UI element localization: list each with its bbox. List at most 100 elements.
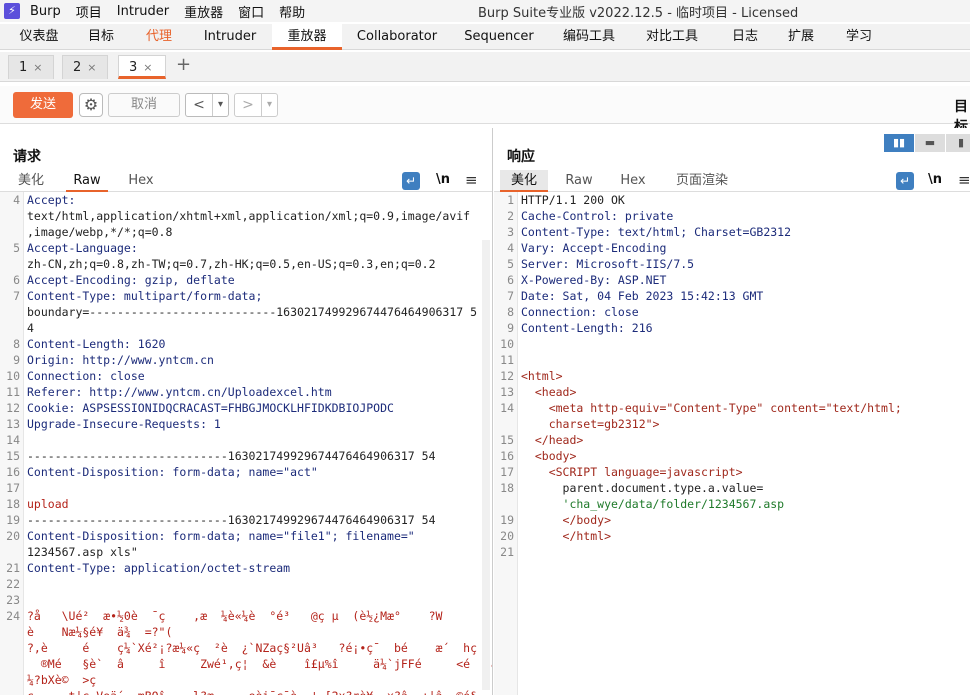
repeater-tab-label: 1 (19, 60, 28, 75)
layout-split-icon[interactable]: ▮▮ (884, 134, 914, 152)
repeater-tab-1[interactable]: 1 × (8, 55, 54, 79)
tab-extensions[interactable]: 扩展 (778, 24, 824, 50)
line-number: 22 (6, 577, 20, 591)
code-line: HTTP/1.1 200 OK (521, 193, 625, 207)
tab-logger[interactable]: 日志 (722, 24, 768, 50)
line-number: 7 (13, 289, 20, 303)
line-number (494, 496, 514, 512)
code-line: Content-Disposition: form-data; name="ac… (27, 465, 318, 479)
repeater-tab-label: 2 (73, 60, 82, 75)
code-line: parent.document.type.a.value= (521, 481, 764, 495)
repeater-tab-label: 3 (129, 60, 138, 75)
tab-collaborator[interactable]: Collaborator (350, 24, 444, 50)
code-line: </body> (521, 513, 612, 527)
wrap-icon[interactable]: ↵ (402, 172, 420, 190)
chevron-right-icon[interactable]: > (235, 94, 261, 116)
menu-window[interactable]: 窗口 (238, 2, 264, 21)
line-number: 20 (6, 529, 20, 543)
line-number (0, 624, 20, 640)
code-line: <html> (521, 369, 563, 383)
tab-comparer[interactable]: 对比工具 (636, 24, 708, 50)
line-number: 17 (500, 465, 514, 479)
line-number: 24 (6, 609, 20, 623)
tab-dashboard[interactable]: 仪表盘 (8, 24, 70, 50)
main-tabs: 仪表盘 目标 代理 Intruder 重放器 Collaborator Sequ… (0, 24, 970, 50)
line-number: 15 (6, 449, 20, 463)
line-number: 23 (6, 593, 20, 607)
close-icon[interactable]: × (143, 61, 152, 74)
code-line: Content-Length: 1620 (27, 337, 166, 351)
code-line: Accept: (27, 193, 76, 207)
line-number (0, 256, 20, 272)
tab-learn[interactable]: 学习 (836, 24, 882, 50)
line-number: 3 (507, 225, 514, 239)
code-line: <body> (521, 449, 577, 463)
line-number: 1 (507, 193, 514, 207)
add-tab-icon[interactable]: + (176, 54, 191, 75)
response-editor[interactable]: 1 HTTP/1.1 200 OK 2 Cache-Control: private 3… (494, 192, 970, 695)
line-number: 16 (500, 449, 514, 463)
cancel-button[interactable]: 取消 (108, 93, 180, 117)
code-line: ç t|ç Veä´ mBOî l?æ eèi¯ç¯è ¦~[2x?rè¥ x?… (27, 688, 477, 695)
line-number (0, 320, 20, 336)
layout-vertical-icon[interactable]: ▮ (946, 134, 970, 152)
menu-help[interactable]: 帮助 (279, 2, 305, 21)
line-number: 6 (13, 273, 20, 287)
request-pane: 请求 美化 Raw Hex ↵ \n ≡ 4 Accept: text/html,a… (0, 128, 493, 695)
code-line: Cache-Control: private (521, 209, 674, 223)
tab-pretty[interactable]: 美化 (500, 170, 548, 192)
line-number: 8 (13, 337, 20, 351)
wrap-icon[interactable]: ↵ (896, 172, 914, 190)
scrollbar[interactable] (482, 240, 490, 690)
request-editor[interactable]: 4 Accept: text/html,application/xhtml+xml,… (0, 192, 492, 695)
line-number: 17 (6, 481, 20, 495)
menu-burp[interactable]: Burp (30, 4, 61, 19)
line-number: 13 (500, 385, 514, 399)
menu-project[interactable]: 项目 (76, 2, 102, 21)
newline-icon[interactable]: \n (436, 172, 450, 187)
tab-hex[interactable]: Hex (120, 170, 162, 192)
line-number (0, 688, 20, 695)
menu-icon[interactable]: ≡ (465, 171, 478, 189)
code-line: boundary=---------------------------1630… (27, 305, 478, 319)
code-line: text/html,application/xhtml+xml,applicat… (27, 209, 471, 223)
send-button[interactable]: 发送 (13, 92, 73, 118)
repeater-tab-2[interactable]: 2 × (62, 55, 108, 79)
tab-proxy[interactable]: 代理 (134, 24, 184, 50)
newline-icon[interactable]: \n (928, 172, 942, 187)
code-line: Referer: http://www.yntcm.cn/Uploadexcel… (27, 385, 332, 399)
menu-intruder[interactable]: Intruder (117, 4, 169, 19)
tab-raw[interactable]: Raw (66, 170, 108, 192)
tab-render[interactable]: 页面渲染 (670, 170, 734, 192)
history-back-button[interactable]: < ▾ (185, 93, 229, 117)
tab-sequencer[interactable]: Sequencer (456, 24, 542, 50)
layout-horizontal-icon[interactable]: ▬ (915, 134, 945, 152)
tab-target[interactable]: 目标 (76, 24, 126, 50)
menu-icon[interactable]: ≡ (958, 171, 970, 189)
response-pane: ▮▮ ▬ ▮ 响应 美化 Raw Hex 页面渲染 ↵ \n ≡ 1 HTTP/1… (494, 128, 970, 695)
tab-hex[interactable]: Hex (612, 170, 654, 192)
tab-decoder[interactable]: 编码工具 (554, 24, 624, 50)
gear-icon[interactable]: ⚙ (79, 93, 103, 117)
response-title: 响应 (507, 149, 535, 165)
chevron-down-icon[interactable]: ▾ (261, 94, 277, 116)
code-line: -----------------------------16302174992… (27, 449, 436, 463)
close-icon[interactable]: × (87, 61, 96, 74)
tab-pretty[interactable]: 美化 (10, 170, 52, 192)
tab-raw[interactable]: Raw (558, 170, 600, 192)
line-number: 14 (500, 401, 514, 415)
line-number: 7 (507, 289, 514, 303)
tab-repeater[interactable]: 重放器 (272, 24, 342, 50)
code-line: Content-Length: 216 (521, 321, 653, 335)
history-forward-button[interactable]: > ▾ (234, 93, 278, 117)
tab-intruder[interactable]: Intruder (194, 24, 266, 50)
repeater-tab-3[interactable]: 3 × (118, 55, 166, 79)
chevron-left-icon[interactable]: < (186, 94, 212, 116)
request-title: 请求 (13, 149, 41, 165)
close-icon[interactable]: × (33, 61, 42, 74)
menu-repeater[interactable]: 重放器 (184, 2, 223, 21)
code-line: Content-Type: multipart/form-data; (27, 289, 263, 303)
code-line: 1234567.asp xls" (27, 545, 138, 559)
chevron-down-icon[interactable]: ▾ (212, 94, 228, 116)
line-number (0, 208, 20, 224)
